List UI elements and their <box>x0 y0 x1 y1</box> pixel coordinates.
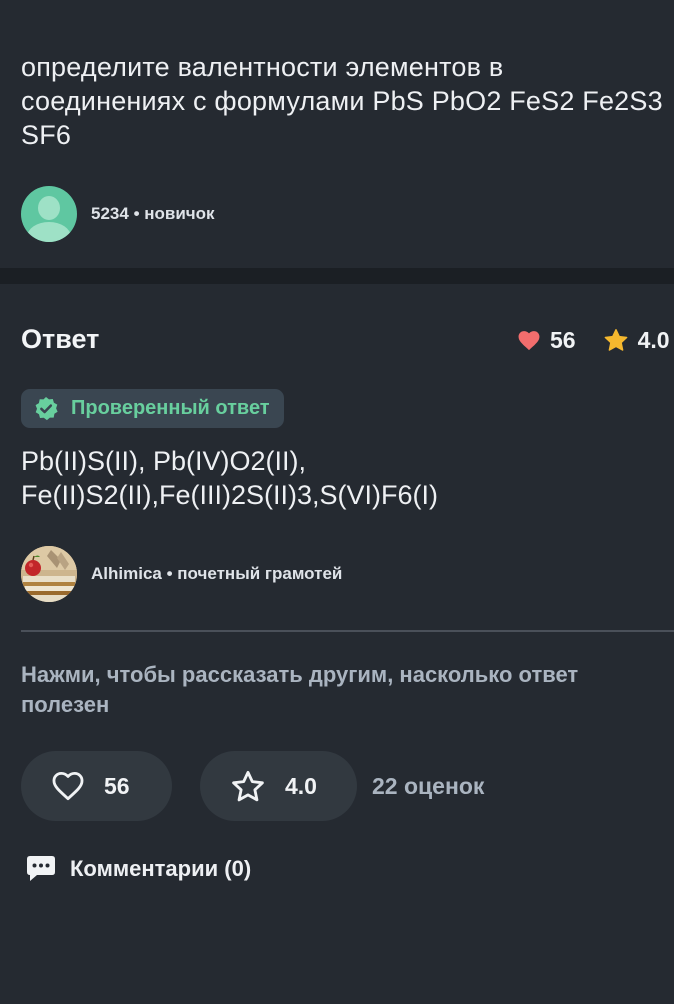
rating-stat: 4.0 <box>604 327 670 354</box>
heart-outline-icon <box>52 771 84 800</box>
likes-stat: 56 <box>518 327 576 354</box>
answer-author-rank: почетный грамотей <box>177 564 343 583</box>
verified-label: Проверенный ответ <box>71 397 270 419</box>
likes-count: 56 <box>550 327 576 353</box>
answer-author[interactable]: Alhimica • почетный грамотей <box>21 546 342 602</box>
like-count: 56 <box>104 772 130 799</box>
question-author-info: 5234 • новичок <box>91 204 215 224</box>
divider <box>21 630 674 632</box>
answer-line: Pb(II)S(II), Pb(IV)O2(II), <box>21 446 307 476</box>
star-icon <box>604 329 627 351</box>
answer-author-info: Alhimica • почетный грамотей <box>91 564 342 584</box>
avatar[interactable] <box>21 186 77 242</box>
question-section: определите валентности элементов в соеди… <box>0 0 674 268</box>
feedback-prompt: Нажми, чтобы рассказать другим, наскольк… <box>21 662 579 717</box>
rate-button[interactable]: 4.0 <box>200 751 357 821</box>
answer-text: Pb(II)S(II), Pb(IV)O2(II), Fe(II)S2(II),… <box>21 444 661 512</box>
answer-line: Fe(II)S2(II),Fe(III)2S(II)3,S(VI)F6(I) <box>21 480 439 510</box>
answer-author-name[interactable]: Alhimica <box>91 564 162 583</box>
section-divider <box>0 268 674 284</box>
separator-dot: • <box>133 204 140 223</box>
separator-dot: • <box>166 564 173 583</box>
rating-actions: 56 4.0 22 оценок <box>21 751 484 821</box>
question-author-name[interactable]: 5234 <box>91 204 129 223</box>
question-author[interactable]: 5234 • новичок <box>21 186 215 242</box>
answer-section: Ответ 56 4.0 Проверенный ответ Pb(II)S(I… <box>0 284 674 1004</box>
question-author-rank: новичок <box>144 204 215 223</box>
verified-check-icon <box>35 396 58 420</box>
answer-title: Ответ <box>21 324 100 354</box>
comments-button[interactable]: Комментарии (0) <box>26 855 251 882</box>
comments-label: Комментарии (0) <box>70 855 252 881</box>
chat-bubble-icon <box>27 856 55 881</box>
answer-stats: 56 4.0 <box>518 327 670 354</box>
avatar[interactable] <box>21 546 77 602</box>
heart-icon <box>518 330 540 350</box>
like-button[interactable]: 56 <box>21 751 172 821</box>
question-text: определите валентности элементов в соеди… <box>21 52 663 150</box>
verified-badge: Проверенный ответ <box>21 389 284 428</box>
ratings-count: 22 оценок <box>372 772 485 799</box>
star-outline-icon <box>232 770 264 801</box>
rating-value: 4.0 <box>285 772 317 799</box>
rating-value: 4.0 <box>637 327 670 353</box>
